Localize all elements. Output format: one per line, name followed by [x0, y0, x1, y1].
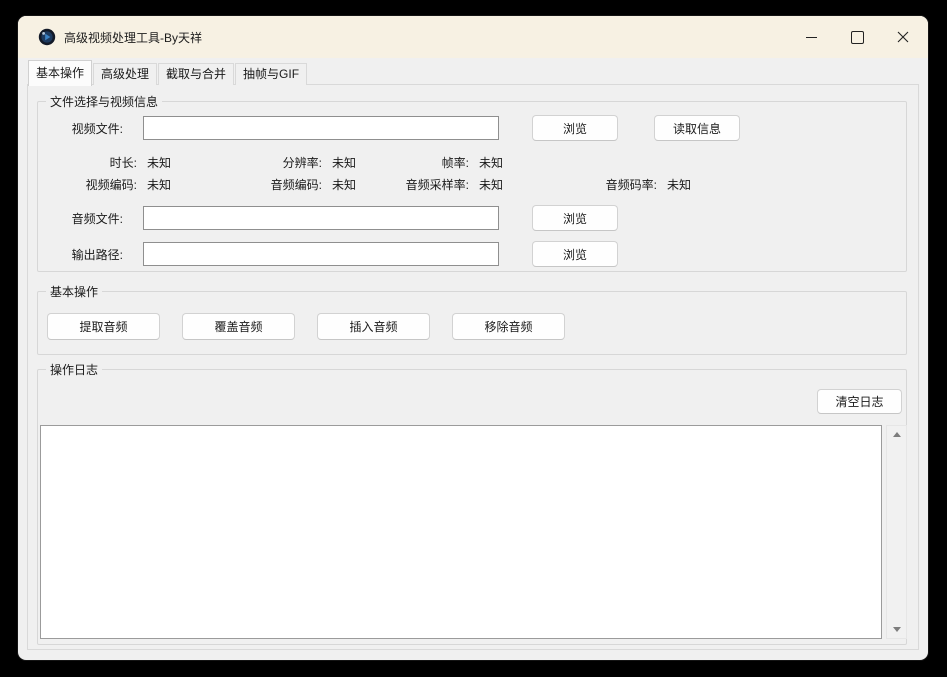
audio-samplerate-label: 音频采样率:: [338, 176, 469, 191]
video-file-label: 视频文件:: [38, 120, 123, 135]
remove-audio-button[interactable]: 移除音频: [452, 313, 565, 340]
read-info-button[interactable]: 读取信息: [654, 115, 740, 141]
video-browse-button[interactable]: 浏览: [532, 115, 618, 141]
scroll-up-arrow-icon[interactable]: [887, 426, 906, 443]
duration-label: 时长:: [38, 154, 137, 169]
titlebar[interactable]: 高级视频处理工具-By天祥: [18, 16, 928, 58]
audio-bitrate-label: 音频码率:: [518, 176, 657, 191]
group-operation-log: 操作日志 清空日志: [37, 369, 907, 645]
video-codec-label: 视频编码:: [38, 176, 137, 191]
minimize-icon[interactable]: [788, 16, 834, 58]
resolution-label: 分辨率:: [148, 154, 322, 169]
video-file-input[interactable]: [143, 116, 499, 140]
window-title: 高级视频处理工具-By天祥: [64, 29, 202, 46]
output-path-label: 输出路径:: [38, 246, 123, 261]
audio-browse-button[interactable]: 浏览: [532, 205, 618, 231]
audio-file-label: 音频文件:: [38, 210, 123, 225]
video-camera-lens-icon: [38, 28, 56, 46]
group-basic-operations-title: 基本操作: [46, 283, 102, 300]
tab-advanced[interactable]: 高级处理: [93, 63, 157, 85]
group-basic-operations: 基本操作 提取音频 覆盖音频 插入音频 移除音频: [37, 291, 907, 355]
maximize-icon[interactable]: [834, 16, 880, 58]
app-window: 高级视频处理工具-By天祥 基本操作 高级处理 截取与合并 抽帧与GIF 文件选…: [18, 16, 928, 660]
tab-page-basic-ops: 文件选择与视频信息 视频文件: 浏览 读取信息 时长: 未知 分辨率: 未知 帧…: [27, 84, 919, 650]
output-path-input[interactable]: [143, 242, 499, 266]
group-file-selection: 文件选择与视频信息 视频文件: 浏览 读取信息 时长: 未知 分辨率: 未知 帧…: [37, 101, 907, 272]
extract-audio-button[interactable]: 提取音频: [47, 313, 160, 340]
audio-file-input[interactable]: [143, 206, 499, 230]
clear-log-button[interactable]: 清空日志: [817, 389, 902, 414]
scroll-down-arrow-icon[interactable]: [887, 621, 906, 638]
tab-basic-ops[interactable]: 基本操作: [28, 60, 92, 86]
group-file-selection-title: 文件选择与视频信息: [46, 93, 162, 110]
tab-frames-gif[interactable]: 抽帧与GIF: [235, 63, 307, 85]
tab-bar: 基本操作 高级处理 截取与合并 抽帧与GIF: [28, 60, 308, 85]
group-operation-log-title: 操作日志: [46, 361, 102, 378]
replace-audio-button[interactable]: 覆盖音频: [182, 313, 295, 340]
tab-cut-merge[interactable]: 截取与合并: [158, 63, 234, 85]
audio-codec-label: 音频编码:: [148, 176, 322, 191]
log-scrollbar[interactable]: [886, 425, 907, 639]
framerate-label: 帧率:: [338, 154, 469, 169]
window-controls: [788, 16, 926, 58]
insert-audio-button[interactable]: 插入音频: [317, 313, 430, 340]
audio-samplerate-value: 未知: [479, 176, 503, 191]
framerate-value: 未知: [479, 154, 503, 169]
close-icon[interactable]: [880, 16, 926, 58]
output-browse-button[interactable]: 浏览: [532, 241, 618, 267]
audio-bitrate-value: 未知: [667, 176, 691, 191]
log-textarea[interactable]: [40, 425, 882, 639]
